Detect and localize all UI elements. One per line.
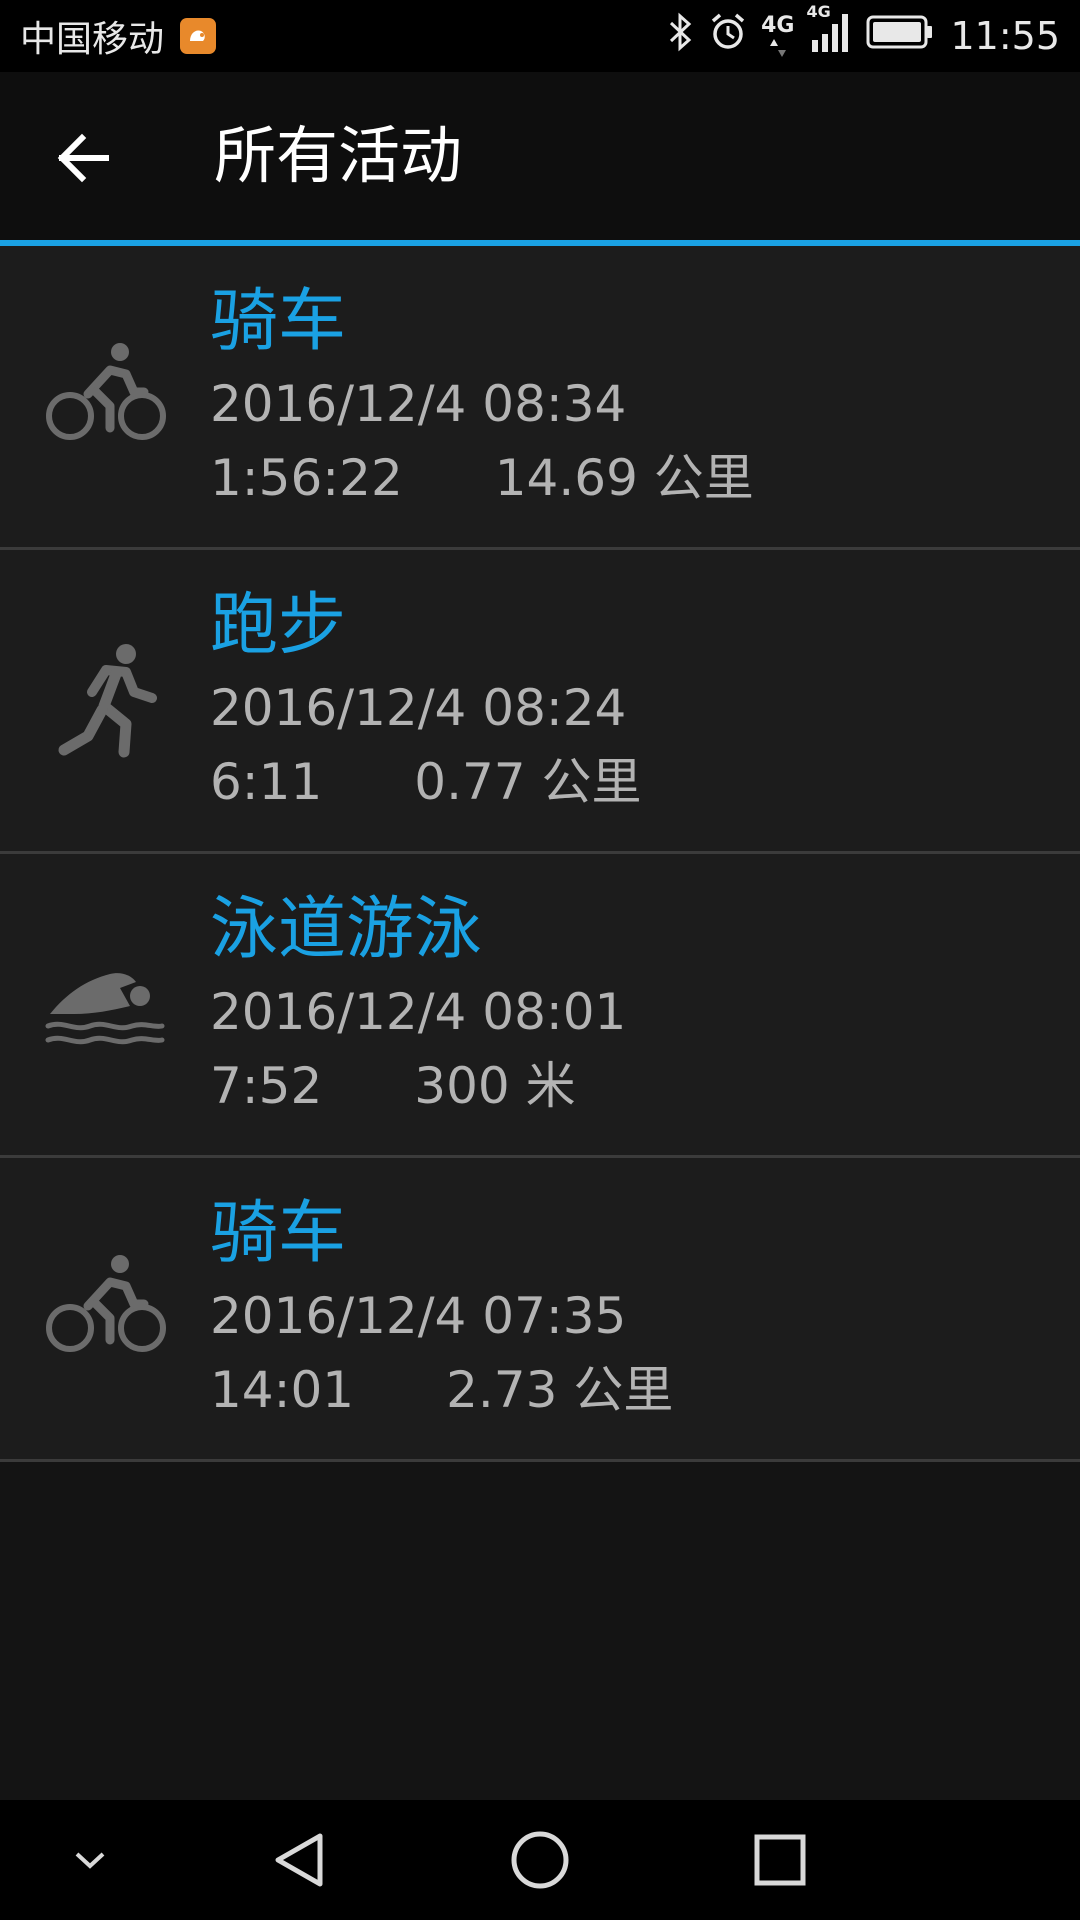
activity-duration: 1:56:22	[210, 449, 403, 507]
activity-item[interactable]: 泳道游泳 2016/12/4 08:01 7:52 300 米	[0, 854, 1080, 1158]
activity-duration: 7:52	[210, 1057, 323, 1115]
system-nav-bar	[0, 1800, 1080, 1920]
activity-date: 2016/12/4 07:35	[210, 1287, 627, 1345]
activity-item[interactable]: 骑车 2016/12/4 07:35 14:01 2.73 公里	[0, 1158, 1080, 1462]
activity-name: 泳道游泳	[210, 890, 483, 969]
activity-name: 骑车	[210, 282, 347, 361]
activity-distance: 14.69 公里	[494, 449, 754, 507]
activity-date: 2016/12/4 08:24	[210, 679, 627, 737]
arrow-left-icon	[57, 133, 109, 183]
network-type-secondary: 4G	[806, 1, 831, 21]
uc-browser-icon	[180, 18, 217, 54]
nav-recents-button[interactable]	[730, 1800, 830, 1920]
page-title: 所有活动	[214, 119, 463, 192]
activity-item[interactable]: 跑步 2016/12/4 08:24 6:11 0.77 公里	[0, 550, 1080, 854]
activity-duration: 6:11	[210, 753, 323, 811]
activity-date: 2016/12/4 08:34	[210, 375, 627, 433]
status-left: 中国移动	[20, 10, 217, 62]
cycling-icon	[46, 343, 166, 440]
running-icon	[58, 644, 157, 758]
activity-name: 骑车	[210, 1194, 347, 1273]
nav-back-button[interactable]	[250, 1800, 350, 1920]
swimming-icon	[45, 973, 165, 1045]
activity-stats: 7:52 300 米	[210, 1056, 576, 1116]
hide-nav-button[interactable]	[50, 1800, 130, 1920]
activity-date: 2016/12/4 08:01	[210, 983, 627, 1041]
activity-stats: 14:01 2.73 公里	[210, 1360, 673, 1420]
activity-list: 骑车 2016/12/4 08:34 1:56:22 14.69 公里 跑步 2…	[0, 246, 1080, 1462]
status-bar: 中国移动 4G 4G 11:55	[0, 0, 1080, 72]
app-toolbar: 所有活动	[0, 72, 1080, 240]
activity-stats: 6:11 0.77 公里	[210, 752, 642, 812]
clock: 11:55	[950, 14, 1060, 58]
carrier-name: 中国移动	[20, 19, 165, 60]
status-right: 4G 4G 11:55	[653, 3, 1060, 63]
back-triangle-icon	[275, 1833, 323, 1887]
activity-distance: 2.73 公里	[446, 1361, 674, 1419]
activity-duration: 14:01	[210, 1361, 355, 1419]
signal-icon: 4G	[806, 3, 852, 63]
back-button[interactable]	[52, 126, 116, 190]
hide-chevron-icon	[75, 1852, 105, 1869]
activity-distance: 300 米	[414, 1057, 576, 1115]
cycling-icon	[46, 1255, 166, 1352]
activity-item[interactable]: 骑车 2016/12/4 08:34 1:56:22 14.69 公里	[0, 246, 1080, 550]
alarm-icon	[709, 12, 747, 61]
activity-stats: 1:56:22 14.69 公里	[210, 448, 754, 508]
bluetooth-icon	[667, 12, 695, 61]
home-circle-icon	[511, 1831, 569, 1889]
activity-name: 跑步	[210, 586, 347, 665]
recents-square-icon	[754, 1834, 806, 1886]
battery-icon	[866, 14, 934, 59]
nav-home-button[interactable]	[490, 1800, 590, 1920]
network-type-primary: 4G	[761, 15, 794, 57]
activity-distance: 0.77 公里	[414, 753, 642, 811]
